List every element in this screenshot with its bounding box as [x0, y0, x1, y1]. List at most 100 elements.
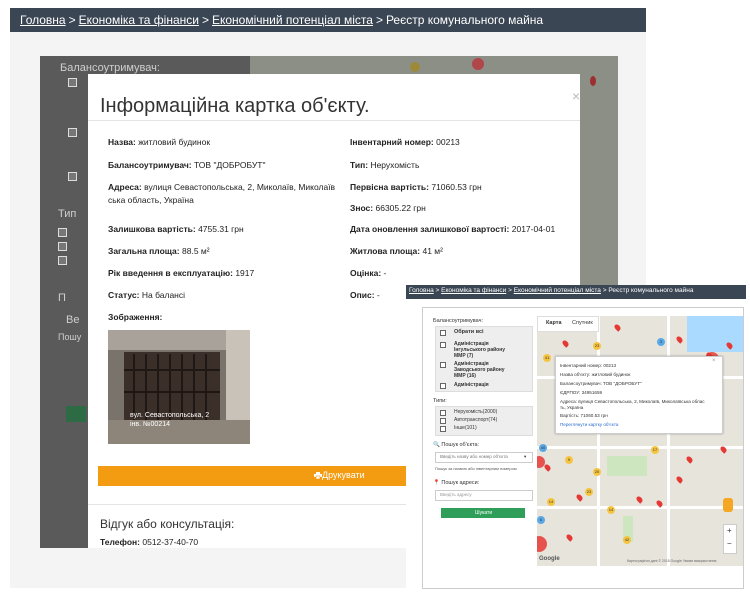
photo-caption-number: інв. №00214 [130, 421, 171, 428]
inset-breadcrumb-potential[interactable]: Економічний потенціал міста [514, 287, 601, 294]
bg-types-label: Тип [58, 208, 77, 220]
object-search-label: 🔍 Пошук об'єкта: [433, 442, 480, 448]
breadcrumb-current: Реєстр комунального майна [385, 13, 544, 27]
inset-balance-label: Балансоутримувач: [433, 318, 483, 324]
marker-cluster[interactable]: 17 [651, 446, 659, 454]
map-pin-icon[interactable] [575, 493, 584, 502]
checkbox[interactable] [440, 426, 446, 432]
checkbox[interactable] [440, 418, 446, 424]
view-card-link[interactable]: Переглянути картку об'єкта [560, 422, 618, 427]
object-photo[interactable]: вул. Севастопольська, 2 інв. №00214 [108, 330, 250, 444]
marker-cluster[interactable]: 6 [537, 516, 545, 524]
map[interactable]: Карта Спутник 41 23 3 40 17 9 20 23 14 1… [537, 316, 743, 566]
field-inventory-number: Інвентарний номер: 00213 [350, 137, 460, 147]
map-pin-icon[interactable] [685, 455, 694, 464]
field-description: Опис: - [350, 290, 380, 300]
address-search-label: 📍 Пошук адреси: [433, 480, 480, 486]
map-marker-icon: 📍 [433, 480, 440, 486]
bg-checkbox [58, 242, 67, 251]
breadcrumb: Головна > Економіка та фінанси > Економічний… [10, 8, 646, 32]
marker-cluster[interactable]: 3 [657, 338, 665, 346]
map-pin-icon[interactable] [561, 339, 570, 348]
marker-cluster[interactable]: 9 [565, 456, 573, 464]
bg-green-button [66, 406, 86, 422]
inset-breadcrumb-current: Реєстр комунального майна [608, 287, 694, 294]
checkbox[interactable] [440, 362, 446, 368]
map-pin-icon[interactable] [675, 335, 684, 344]
zoom-out-button[interactable]: − [727, 539, 732, 548]
tab-satellite[interactable]: Спутник [572, 320, 593, 326]
inset-types-label: Типи: [433, 398, 447, 404]
field-update-date: Дата оновлення залишкової вартості: 2017… [350, 224, 556, 234]
types-list[interactable]: Нерухомість(2000) Автотранспорт(74) Інше… [435, 406, 533, 436]
balance-list[interactable]: Обрати всі Адміністрація Інгульського ра… [435, 326, 533, 392]
map-pin-icon[interactable] [565, 533, 574, 542]
close-icon[interactable]: × [712, 358, 716, 364]
breadcrumb-home[interactable]: Головна [20, 13, 66, 27]
inset-breadcrumb: Головна > Економіка та фінанси > Економі… [406, 285, 746, 299]
bg-balance-label: Балансоутримувач: [60, 62, 160, 74]
bg-checkbox [68, 78, 77, 87]
field-rating: Оцінка: - [350, 268, 387, 278]
inset-screenshot: Головна > Економіка та фінанси > Економі… [406, 285, 746, 591]
checkbox[interactable] [440, 383, 446, 389]
tab-map[interactable]: Карта [546, 320, 562, 326]
field-address-cont: ська область, Україна [108, 195, 194, 205]
bg-search-value: Ве [66, 314, 80, 326]
checkbox[interactable] [440, 342, 446, 348]
bg-search-label: П [58, 292, 66, 304]
search-icon: 🔍 [433, 442, 440, 448]
breadcrumb-economy[interactable]: Економіка та фінанси [79, 13, 199, 27]
photo-caption: вул. Севастопольська, 2 [130, 412, 210, 419]
zoom-in-button[interactable]: + [727, 526, 732, 535]
inset-breadcrumb-home[interactable]: Головна [409, 287, 434, 294]
bg-checkbox [58, 228, 67, 237]
bg-checkbox [58, 256, 67, 265]
phone-field: Телефон: 0512-37-40-70 [100, 537, 199, 547]
marker-cluster[interactable]: 20 [593, 468, 601, 476]
field-name: Назва: житловий будинок [108, 137, 211, 147]
marker-cluster[interactable]: 14 [607, 506, 615, 514]
map-pin-icon[interactable] [635, 495, 644, 504]
street-view-icon[interactable] [723, 498, 733, 512]
marker-cluster[interactable]: 40 [539, 444, 547, 452]
marker-cluster[interactable] [537, 536, 547, 552]
field-images: Зображення: [108, 312, 163, 322]
feedback-title: Відгук або консультація: [100, 517, 235, 531]
map-pin-icon[interactable] [675, 475, 684, 484]
search-button[interactable]: Шукати [441, 508, 525, 518]
bg-checkbox [68, 172, 77, 181]
marker-cluster[interactable]: 23 [585, 488, 593, 496]
field-type: Тип: Нерухомість [350, 160, 420, 170]
marker-cluster[interactable]: 14 [547, 498, 555, 506]
modal-title: Інформаційна картка об'єкту. [100, 95, 370, 117]
field-balance-holder: Балансоутримувач: ТОВ "ДОБРОБУТ" [108, 160, 266, 170]
print-icon [314, 472, 322, 480]
google-logo: Google [539, 556, 560, 562]
address-input[interactable]: Введіть адресу [435, 490, 533, 501]
field-total-area: Загальна площа: 88.5 м² [108, 246, 210, 256]
object-search-hint: Пошук за назвою або інвентарним номером [435, 466, 517, 471]
map-info-popup: × Інвентарний номер: 00213 Назва об'єкту… [555, 356, 723, 434]
marker-cluster[interactable]: 23 [593, 342, 601, 350]
marker-cluster[interactable]: 41 [543, 354, 551, 362]
field-initial-value: Первісна вартість: 71060.53 грн [350, 182, 482, 192]
map-pin-icon[interactable] [543, 463, 552, 472]
checkbox[interactable] [440, 410, 446, 416]
zoom-control: + − [723, 524, 737, 554]
close-icon[interactable]: × [572, 88, 580, 104]
field-wear: Знос: 66305.22 грн [350, 203, 426, 213]
field-residual-value: Залишкова вартість: 4755.31 грн [108, 224, 244, 234]
field-living-area: Житлова площа: 41 м² [350, 246, 443, 256]
bg-search-hint: Пошу [58, 332, 82, 342]
object-search-select[interactable]: Введіть назву або номер об'єкта ▾ [435, 452, 533, 463]
map-type-tabs: Карта Спутник [537, 316, 599, 332]
inset-breadcrumb-economy[interactable]: Економіка та фінанси [441, 287, 506, 294]
breadcrumb-potential[interactable]: Економічний потенціал міста [212, 13, 373, 27]
field-year: Рік введення в експлуатацію: 1917 [108, 268, 255, 278]
map-pin-icon[interactable] [613, 323, 622, 332]
bg-checkbox [68, 128, 77, 137]
marker-cluster[interactable]: 42 [623, 536, 631, 544]
checkbox[interactable] [440, 330, 446, 336]
field-status: Статус: На балансі [108, 290, 186, 300]
